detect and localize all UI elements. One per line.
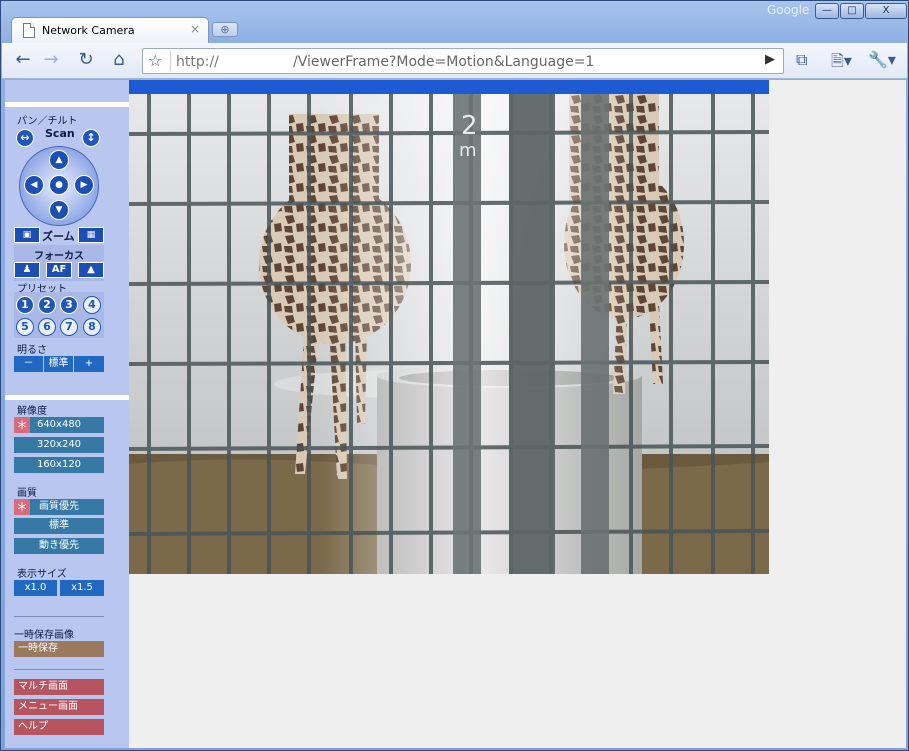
selected-marker: ＊ — [14, 417, 30, 433]
focus-far-button[interactable]: ▲ — [78, 262, 104, 278]
minimize-button[interactable]: — — [815, 3, 839, 19]
brightness-label: 明るさ — [17, 345, 47, 356]
zoom-label: ズーム — [42, 230, 75, 243]
resolution-320-button[interactable]: 320x240 — [14, 437, 104, 453]
overlay-mark-2: m — [459, 140, 477, 161]
resolution-640-button[interactable]: ＊ 640x480 — [14, 417, 104, 433]
scan-horizontal-icon[interactable]: ↔ — [16, 129, 34, 147]
forward-icon[interactable]: → — [38, 49, 64, 73]
home-position-button[interactable]: ● — [49, 175, 69, 195]
browser-window: Network Camera × ⊕ Google — □ X ← → ↻ ⌂ … — [0, 0, 909, 751]
zoom-tele-button[interactable]: ▦ — [78, 227, 104, 243]
sidebar-rule — [14, 616, 104, 617]
camera-image: 2 m — [129, 94, 769, 574]
quality-priority-label: 画質優先 — [39, 501, 79, 512]
page-content: パン／チルト ↔ Scan ↕ ▲ ◀ ● ▶ ▼ ▣ ズーム ▦ フォーカス … — [5, 80, 906, 748]
camera-control-sidebar: パン／チルト ↔ Scan ↕ ▲ ◀ ● ▶ ▼ ▣ ズーム ▦ フォーカス … — [5, 80, 129, 748]
tilt-down-button[interactable]: ▼ — [49, 200, 69, 220]
display-size-1-0-button[interactable]: x1.0 — [14, 580, 57, 596]
help-link[interactable]: ヘルプ — [14, 719, 104, 735]
sidebar-rule — [14, 669, 104, 670]
url-path: /ViewerFrame?Mode=Motion&Language=1 — [293, 54, 595, 70]
menu-screen-link[interactable]: メニュー画面 — [14, 699, 104, 715]
address-bar[interactable]: ☆ http:// /ViewerFrame?Mode=Motion&Langu… — [142, 48, 784, 74]
pan-tilt-pad: ▲ ◀ ● ▶ ▼ — [19, 146, 99, 226]
multi-screen-link[interactable]: マルチ画面 — [14, 679, 104, 695]
page-menu-icon[interactable]: 🗎▾ — [831, 50, 852, 77]
go-icon[interactable]: ▶ — [765, 52, 775, 67]
bookmark-star-icon[interactable]: ☆ — [148, 51, 162, 70]
temp-save-button[interactable]: 一時保存 — [14, 641, 104, 657]
quality-priority-button[interactable]: ＊ 画質優先 — [14, 499, 104, 515]
browser-toolbar: ← → ↻ ⌂ ☆ http:// /ViewerFrame?Mode=Moti… — [2, 43, 907, 79]
preset-button-2[interactable]: 2 — [38, 296, 56, 314]
display-size-1-5-button[interactable]: x1.5 — [60, 580, 104, 596]
pan-right-button[interactable]: ▶ — [74, 175, 94, 195]
preset-button-1[interactable]: 1 — [16, 296, 34, 314]
page-icon — [23, 23, 35, 38]
tab-close-icon[interactable]: × — [190, 22, 200, 36]
brightness-standard-button[interactable]: 標準 — [44, 356, 73, 372]
brightness-up-button[interactable]: + — [74, 356, 104, 372]
preset-grid: 1 2 3 4 5 6 7 8 — [14, 292, 104, 338]
focus-controls: フォーカス ♟ AF ▲ — [14, 245, 104, 281]
sidebar-divider-mid — [5, 395, 129, 400]
extension-icon[interactable]: ⧉ — [796, 50, 807, 70]
reload-icon[interactable]: ↻ — [73, 49, 99, 73]
preset-button-5[interactable]: 5 — [16, 318, 34, 336]
preset-button-3[interactable]: 3 — [60, 296, 78, 314]
quality-label: 画質 — [17, 488, 37, 499]
quality-motion-button[interactable]: 動き優先 — [14, 538, 104, 554]
resolution-label: 解像度 — [17, 406, 47, 417]
sidebar-divider-top — [5, 102, 129, 107]
preset-button-7[interactable]: 7 — [60, 318, 78, 336]
preset-button-4[interactable]: 4 — [83, 296, 101, 314]
selected-marker: ＊ — [14, 499, 30, 515]
tilt-up-button[interactable]: ▲ — [49, 150, 69, 170]
zoom-controls: ▣ ズーム ▦ — [14, 227, 104, 243]
focus-near-button[interactable]: ♟ — [14, 262, 40, 278]
quality-standard-button[interactable]: 標準 — [14, 518, 104, 534]
autofocus-button[interactable]: AF — [46, 262, 72, 278]
title-bar: Network Camera × ⊕ Google — □ X — [1, 1, 908, 43]
camera-view[interactable]: 2 m — [129, 80, 769, 574]
scan-vertical-icon[interactable]: ↕ — [82, 129, 100, 147]
resolution-640-label: 640x480 — [36, 419, 82, 430]
tab-network-camera[interactable]: Network Camera × — [11, 17, 209, 43]
brand-label: Google — [767, 3, 810, 17]
home-icon[interactable]: ⌂ — [106, 49, 132, 73]
zoom-wide-button[interactable]: ▣ — [14, 227, 40, 243]
url-scheme: http:// — [176, 54, 219, 70]
tab-title: Network Camera — [42, 24, 135, 37]
new-tab-button[interactable]: ⊕ — [212, 22, 238, 37]
preset-button-8[interactable]: 8 — [83, 318, 101, 336]
pan-tilt-label: パン／チルト — [17, 116, 78, 127]
resolution-160-button[interactable]: 160x120 — [14, 457, 104, 473]
display-size-label: 表示サイズ — [17, 569, 67, 580]
scan-label: Scan — [45, 127, 75, 140]
back-icon[interactable]: ← — [10, 49, 36, 73]
wrench-menu-icon[interactable]: 🔧▾ — [868, 50, 896, 69]
overlay-mark: 2 — [461, 111, 478, 141]
focus-label: フォーカス — [34, 251, 84, 262]
pan-left-button[interactable]: ◀ — [24, 175, 44, 195]
brightness-down-button[interactable]: － — [14, 356, 43, 372]
temp-save-label: 一時保存画像 — [14, 630, 74, 641]
maximize-button[interactable]: □ — [840, 3, 864, 19]
close-window-button[interactable]: X — [865, 3, 907, 19]
preset-button-6[interactable]: 6 — [38, 318, 56, 336]
omnibox-divider — [170, 51, 171, 71]
camera-title-bar — [129, 80, 769, 94]
